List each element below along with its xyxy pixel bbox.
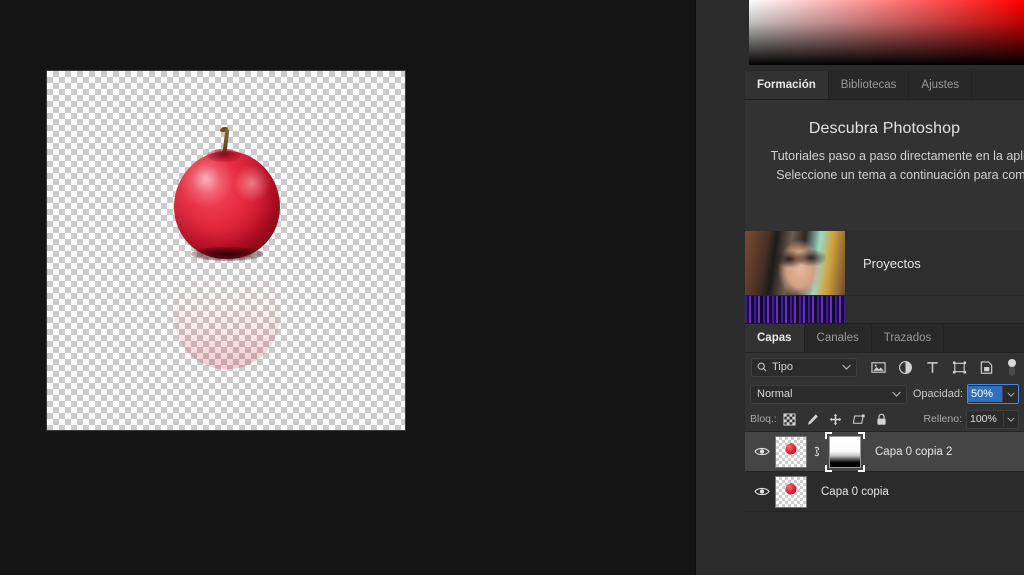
photoshop-window: Formación Bibliotecas Ajustes Descubra P… [0, 0, 1024, 575]
chevron-down-icon [892, 391, 901, 397]
opacity-dropdown-button[interactable] [1002, 386, 1018, 402]
blend-mode-value: Normal [757, 388, 793, 400]
learn-card-thumbnail-2 [745, 296, 845, 324]
layer-filter-icons [871, 360, 994, 375]
chevron-down-icon [842, 364, 851, 370]
tab-capas-label: Capas [757, 332, 792, 344]
learn-card-thumbnail [745, 231, 845, 295]
filmstrip-thumbnail-image [745, 296, 845, 324]
layers-panel: Capas Canales Trazados Tipo Normal Opaci… [745, 323, 1024, 575]
tab-capas[interactable]: Capas [745, 324, 805, 352]
blend-mode-select[interactable]: Normal [750, 384, 907, 404]
tab-canales[interactable]: Canales [804, 324, 872, 352]
learn-panel-tabstrip: Formación Bibliotecas Ajustes [745, 71, 1024, 100]
tab-bibliotecas-label: Bibliotecas [840, 79, 897, 91]
color-picker-gradient[interactable] [749, 0, 1024, 65]
tab-formacion[interactable]: Formación [745, 71, 829, 99]
chevron-down-icon [1006, 391, 1015, 397]
tab-trazados-label: Trazados [883, 332, 932, 344]
layer-visibility-toggle[interactable] [749, 486, 775, 497]
learn-panel-description: Tutoriales paso a paso directamente en l… [770, 149, 1024, 182]
fill-group: Relleno: 100% [923, 409, 1019, 429]
canvas-area[interactable] [0, 0, 695, 575]
thumbnail-apple [785, 443, 797, 455]
fill-value: 100% [970, 412, 997, 425]
learn-card-second[interactable] [745, 296, 1024, 324]
right-dock: Formación Bibliotecas Ajustes Descubra P… [695, 0, 1024, 575]
lock-all-icon[interactable] [875, 413, 888, 426]
opacity-label: Opacidad: [912, 388, 963, 400]
learn-card-proyectos[interactable]: Proyectos [745, 231, 1024, 296]
opacity-value: 50% [968, 386, 1002, 402]
thumbnail-apple [785, 483, 797, 495]
fill-label: Relleno: [923, 413, 962, 425]
filter-enable-toggle[interactable] [1006, 358, 1018, 377]
document-canvas[interactable] [46, 70, 406, 431]
portrait-thumbnail-image [745, 231, 845, 295]
lock-artboard-nesting-icon[interactable] [852, 413, 865, 426]
layer-thumbnail[interactable] [775, 475, 807, 508]
tab-bibliotecas[interactable]: Bibliotecas [828, 71, 910, 99]
chevron-down-icon [1007, 416, 1015, 422]
lock-position-icon[interactable] [829, 413, 842, 426]
layer-mask-wrapper[interactable] [825, 431, 865, 472]
layer-filter-type-label: Tipo [772, 361, 793, 373]
layer-list: Capa 0 copia 2 Capa 0 copia [745, 431, 1024, 512]
fill-input[interactable]: 100% [966, 409, 1019, 429]
layers-panel-tabstrip: Capas Canales Trazados [745, 324, 1024, 353]
search-icon [757, 362, 767, 372]
layer-thumbnail[interactable] [775, 435, 807, 468]
learn-card-list: Proyectos [745, 231, 1024, 324]
layer-visibility-toggle[interactable] [749, 446, 775, 457]
opacity-input[interactable]: 50% [967, 384, 1019, 404]
layer-name[interactable]: Capa 0 copia [807, 486, 889, 498]
lock-icons [783, 412, 888, 426]
table-row[interactable]: Capa 0 copia 2 [745, 431, 1024, 472]
link-icon [814, 446, 819, 457]
learn-panel: Formación Bibliotecas Ajustes Descubra P… [745, 70, 1024, 324]
color-panel[interactable] [745, 0, 1024, 70]
adjustment-layer-filter-icon[interactable] [898, 360, 913, 375]
tab-ajustes[interactable]: Ajustes [909, 71, 973, 99]
opacity-group: Opacidad: 50% [913, 384, 1019, 404]
lock-transparency-icon[interactable] [783, 412, 796, 426]
learn-card-label: Proyectos [863, 255, 921, 271]
eye-icon [754, 447, 770, 456]
lock-row: Bloq.: Relleno: 100% [745, 407, 1024, 432]
pixel-layer-filter-icon[interactable] [871, 360, 886, 375]
shape-layer-filter-icon[interactable] [952, 360, 967, 375]
apple-reflection [174, 257, 280, 369]
lock-label: Bloq.: [750, 413, 777, 425]
lock-image-pixels-icon[interactable] [806, 413, 819, 426]
layer-filter-row: Tipo [745, 353, 1024, 381]
dock-gutter[interactable] [695, 0, 747, 575]
layer-mask-link-icon[interactable] [807, 445, 825, 458]
apple-body [174, 151, 280, 259]
learn-panel-title: Descubra Photoshop [808, 120, 961, 137]
apple-artwork [163, 125, 289, 419]
layer-filter-type-select[interactable]: Tipo [751, 357, 857, 377]
tab-trazados[interactable]: Trazados [871, 324, 945, 352]
learn-panel-body: Descubra Photoshop Tutoriales paso a pas… [745, 100, 1024, 185]
eye-icon [754, 487, 770, 496]
tab-canales-label: Canales [816, 332, 859, 344]
layer-name[interactable]: Capa 0 copia 2 [861, 446, 952, 458]
smart-object-filter-icon[interactable] [979, 360, 994, 375]
panel-column: Formación Bibliotecas Ajustes Descubra P… [745, 0, 1024, 575]
fill-dropdown-button[interactable] [1003, 411, 1018, 427]
apple-dimple [207, 149, 241, 162]
tab-ajustes-label: Ajustes [921, 79, 960, 91]
blend-opacity-row: Normal Opacidad: 50% [745, 381, 1024, 407]
tab-formacion-label: Formación [757, 79, 816, 91]
type-layer-filter-icon[interactable] [925, 360, 940, 375]
toggle-switch-icon [1008, 358, 1016, 376]
table-row[interactable]: Capa 0 copia [745, 472, 1024, 512]
mask-selection-brackets-icon [825, 431, 865, 472]
